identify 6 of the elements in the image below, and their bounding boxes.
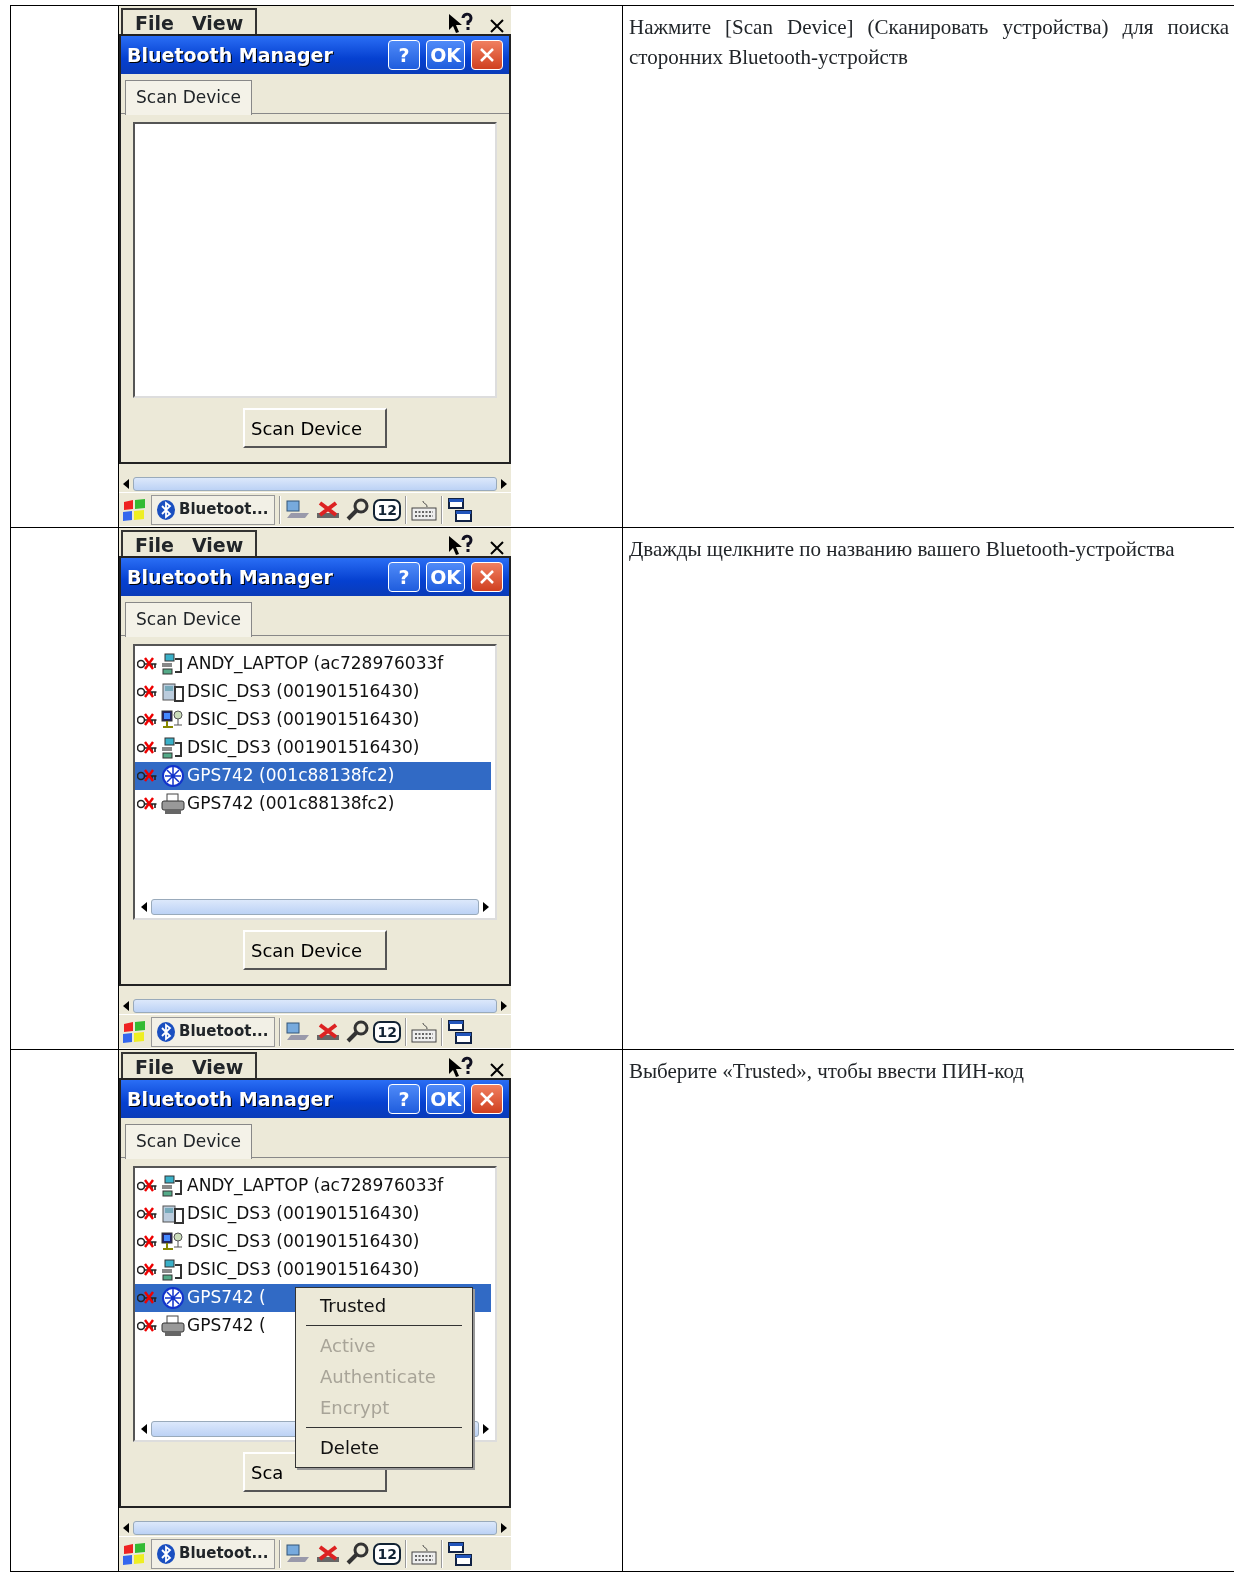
window-title: Bluetooth Manager	[127, 1086, 334, 1112]
window-title: Bluetooth Manager	[127, 42, 334, 68]
window-title: Bluetooth Manager	[127, 564, 334, 590]
instruction-text: Дважды щелкните по названию вашего Bluetooth-устройства	[628, 536, 1176, 563]
instruction-text: Выберите «Trusted», чтобы ввести ПИН-код	[628, 1058, 1025, 1085]
instruction-text: Нажмите [Scan Device] (Сканировать устройства) для поиска сторонних Bluetooth-устройств	[628, 14, 1230, 72]
